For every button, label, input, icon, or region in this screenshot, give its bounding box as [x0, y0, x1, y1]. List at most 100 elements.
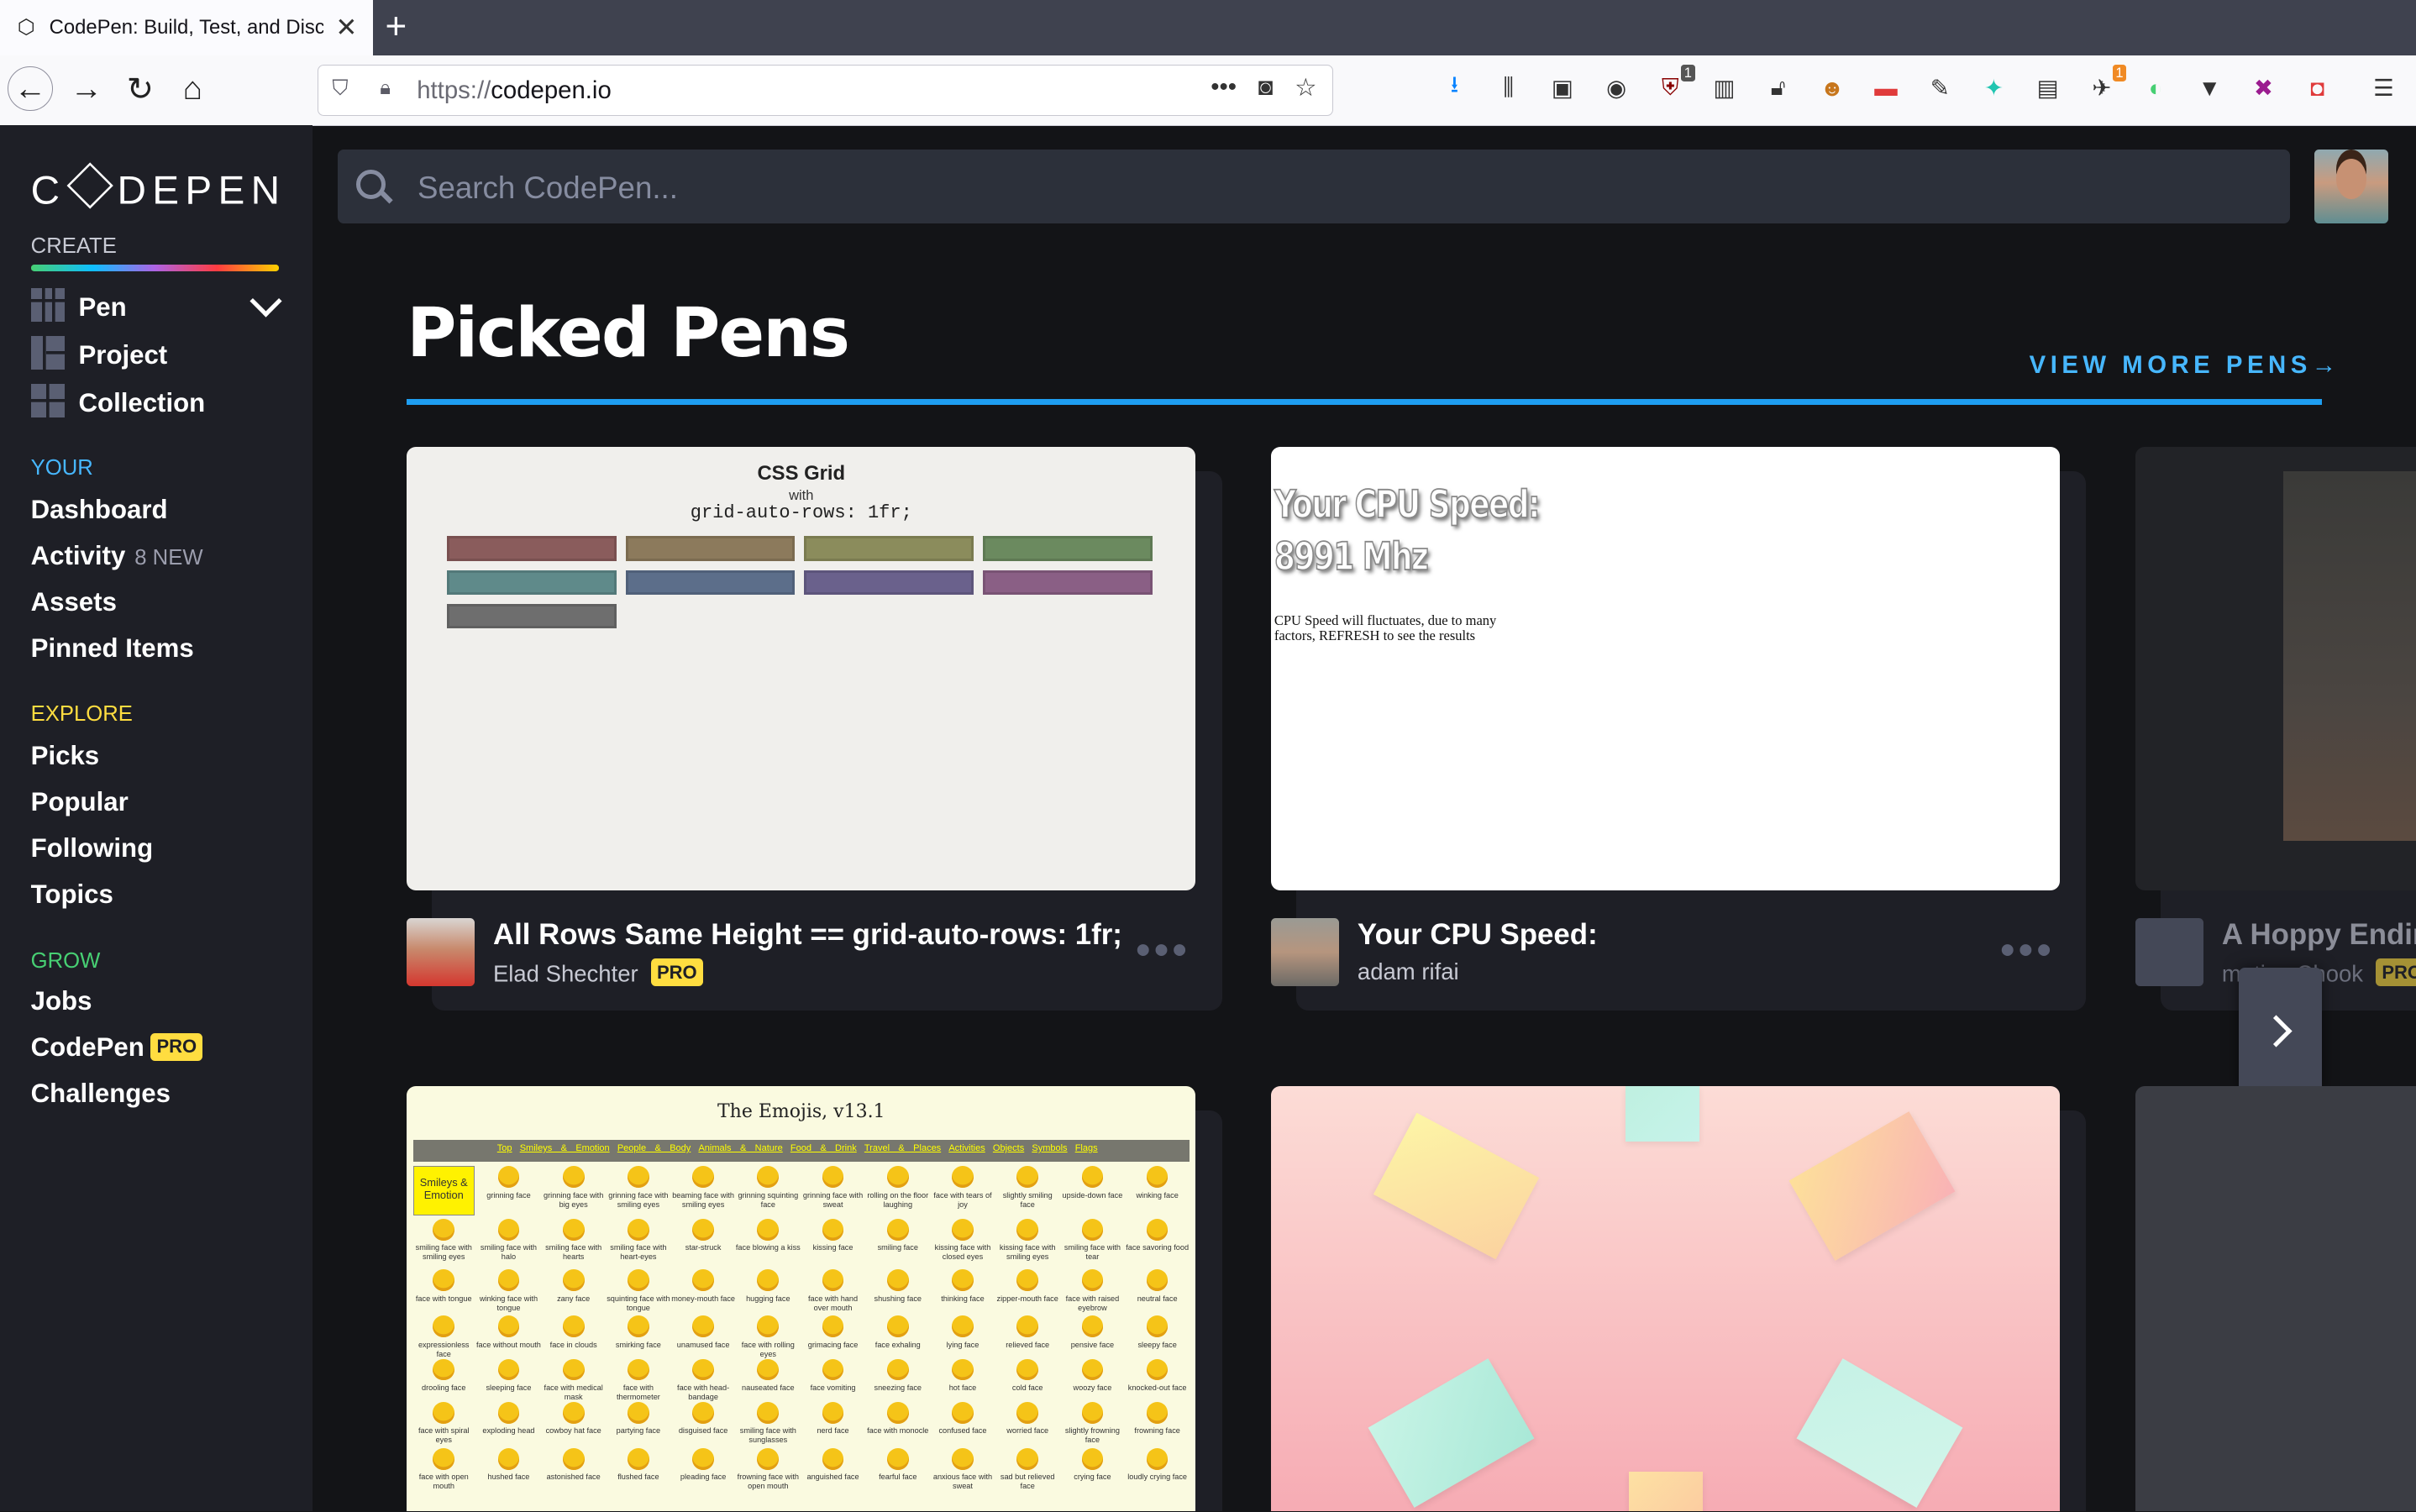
- emoji-face-icon: [562, 1269, 585, 1292]
- card-title[interactable]: Your CPU Speed:: [1358, 918, 1598, 952]
- card-author[interactable]: adam rifai: [1358, 958, 1459, 985]
- emoji-label: zipper-mouth face: [996, 1294, 1058, 1303]
- card-author[interactable]: Elad Shechter PRO: [493, 958, 703, 987]
- emoji-nav-link[interactable]: Activities: [948, 1143, 985, 1153]
- grid-cell: [446, 570, 617, 595]
- lock-icon[interactable]: 🔒︎: [380, 76, 391, 100]
- reload-button[interactable]: ↻: [117, 66, 163, 113]
- sidebar-item-pinned-items[interactable]: Pinned Items: [31, 633, 194, 664]
- codepen-default-avatar[interactable]: [2135, 918, 2203, 986]
- emoji-nav-link[interactable]: Objects: [993, 1143, 1024, 1153]
- browser-tab[interactable]: ⬡ CodePen: Build, Test, and Discover Fro…: [0, 0, 373, 56]
- close-tab-icon[interactable]: ✕: [335, 13, 357, 40]
- sidebar-item-popular[interactable]: Popular: [31, 787, 129, 817]
- emoji-face-icon: [886, 1402, 909, 1424]
- emoji-nav-link[interactable]: Symbols: [1032, 1143, 1067, 1153]
- sidebar-item-activity[interactable]: Activity 8 NEW: [31, 541, 203, 571]
- emoji-face-icon: [886, 1218, 909, 1241]
- card-title[interactable]: A Hoppy Ending: [2222, 918, 2416, 952]
- card-title[interactable]: All Rows Same Height == grid-auto-rows: …: [493, 918, 1122, 952]
- emoji-nav-link[interactable]: Smileys & Emotion: [520, 1143, 610, 1153]
- codepen-favicon-icon: ⬡: [17, 16, 35, 39]
- gridline-icon[interactable]: ▥: [1707, 71, 1741, 104]
- pen-preview-partial[interactable]: [2135, 1086, 2416, 1512]
- codepen-logo[interactable]: C DEPEN: [31, 162, 286, 213]
- url-host: codepen.io: [491, 76, 612, 104]
- emoji-item: face with raised eyebrow: [1060, 1269, 1125, 1312]
- menu-icon[interactable]: ☰: [2366, 71, 2400, 104]
- emoji-nav-link[interactable]: Travel & Places: [864, 1143, 941, 1153]
- pen-preview-grid[interactable]: CSS Grid with grid-auto-rows: 1fr;: [407, 446, 1196, 891]
- new-tab-button[interactable]: +: [386, 6, 407, 48]
- sidebar-item-picks[interactable]: Picks: [31, 741, 99, 771]
- sidebar-toggle-icon[interactable]: ▣: [1546, 71, 1579, 104]
- tracking-shield-icon[interactable]: ⛉: [332, 76, 348, 102]
- home-button[interactable]: ⌂: [170, 66, 216, 113]
- x-extension-icon[interactable]: ✖: [2246, 71, 2280, 104]
- search-input[interactable]: [414, 149, 2270, 227]
- emoji-label: face with hand over mouth: [808, 1294, 859, 1312]
- emoji-nav-link[interactable]: People & Body: [617, 1143, 691, 1153]
- user-avatar[interactable]: [2314, 149, 2388, 223]
- sidebar-item-assets[interactable]: Assets: [31, 587, 117, 617]
- emoji-nav-link[interactable]: Flags: [1075, 1143, 1098, 1153]
- pen-preview-cpu[interactable]: Your CPU Speed: 8991 Mhz CPU Speed will f…: [1271, 446, 2061, 891]
- emoji-item: slightly smiling face: [995, 1166, 1060, 1209]
- address-bar[interactable]: ⛉ 🔒︎ https://codepen.io ••• ◙ ☆: [317, 65, 1333, 116]
- emoji-nav-link[interactable]: Food & Drink: [790, 1143, 857, 1153]
- grid-cell: [446, 603, 617, 629]
- sidebar-item-jobs[interactable]: Jobs: [31, 986, 92, 1016]
- more-options-icon[interactable]: •••: [1136, 928, 1190, 971]
- emoji-label: face with raised eyebrow: [1065, 1294, 1120, 1312]
- red-extension-icon[interactable]: ▬: [1869, 71, 1903, 104]
- library-icon[interactable]: ⫼: [1492, 71, 1526, 104]
- emoji-label: face with rolling eyes: [741, 1340, 795, 1358]
- url-text[interactable]: https://codepen.io: [417, 76, 612, 105]
- next-pens-button[interactable]: [2239, 967, 2323, 1095]
- sidebar-item-topics[interactable]: Topics: [31, 879, 113, 910]
- monkey-extension-icon[interactable]: ☻: [1815, 71, 1849, 104]
- ublock-icon[interactable]: ⛨ 1: [1653, 65, 1695, 104]
- emoji-label: anguished face: [806, 1473, 859, 1482]
- grid-cell: [804, 536, 974, 561]
- bookmark-star-icon[interactable]: ☆: [1295, 73, 1316, 102]
- emoji-nav-link[interactable]: Animals & Nature: [698, 1143, 782, 1153]
- emoji-face-icon: [497, 1358, 520, 1381]
- sidebar-item-project[interactable]: Project: [30, 335, 167, 370]
- emoji-item: sleepy face: [1125, 1315, 1190, 1349]
- emoji-item: squinting face with tongue: [606, 1269, 670, 1312]
- sidebar-item-pen[interactable]: Pen: [30, 287, 127, 323]
- bird-extension-icon[interactable]: ✦: [1977, 71, 2010, 104]
- sidebar-item-collection[interactable]: Collection: [30, 383, 205, 418]
- emoji-face-icon: [433, 1448, 455, 1470]
- pen-preview-emojis[interactable]: The Emojis, v13.1 Top Smileys & Emotion Pe…: [407, 1086, 1196, 1512]
- account-icon[interactable]: ◉: [1599, 71, 1633, 104]
- back-button[interactable]: ←: [8, 66, 53, 112]
- pen-preview-hoppy[interactable]: [2135, 446, 2416, 891]
- eyedropper-icon[interactable]: ✎: [1923, 71, 1956, 104]
- author-avatar[interactable]: [1271, 918, 1339, 986]
- page-actions-icon[interactable]: •••: [1211, 73, 1237, 102]
- sidebar-item-dashboard[interactable]: Dashboard: [31, 495, 168, 525]
- vue-devtools-icon[interactable]: ▼: [2193, 71, 2226, 104]
- grid-cell: [804, 570, 974, 595]
- more-options-icon[interactable]: •••: [2000, 928, 2055, 971]
- author-avatar[interactable]: [407, 918, 475, 986]
- notification-extension-icon[interactable]: ✈ 1: [2085, 65, 2127, 104]
- sidebar-item-following[interactable]: Following: [31, 833, 153, 864]
- emoji-nav-link[interactable]: Top: [497, 1143, 512, 1153]
- pen-preview-stickies[interactable]: [1271, 1086, 2061, 1512]
- emoji-item: frowning face with open mouth: [736, 1448, 801, 1491]
- sidebar-item-codepen-pro[interactable]: CodePen PRO: [31, 1032, 203, 1063]
- sidebar-item-challenges[interactable]: Challenges: [31, 1079, 171, 1109]
- forward-button[interactable]: →: [63, 66, 109, 113]
- downloads-icon[interactable]: ⭳: [1437, 71, 1471, 104]
- screenshot-icon[interactable]: ◘: [2300, 71, 2334, 104]
- preview-cpu-note: CPU Speed will fluctuates, due to many f…: [1274, 612, 1497, 644]
- js-toggle-icon[interactable]: ◐: [2139, 71, 2172, 104]
- privacy-lock-icon[interactable]: 🔓︎: [1761, 71, 1794, 104]
- pocket-icon[interactable]: ◙: [1258, 73, 1274, 102]
- emoji-face-icon: [1016, 1448, 1039, 1470]
- reader-icon[interactable]: ▤: [2030, 71, 2064, 104]
- view-more-pens-link[interactable]: VIEW MORE PENS→: [2030, 351, 2341, 380]
